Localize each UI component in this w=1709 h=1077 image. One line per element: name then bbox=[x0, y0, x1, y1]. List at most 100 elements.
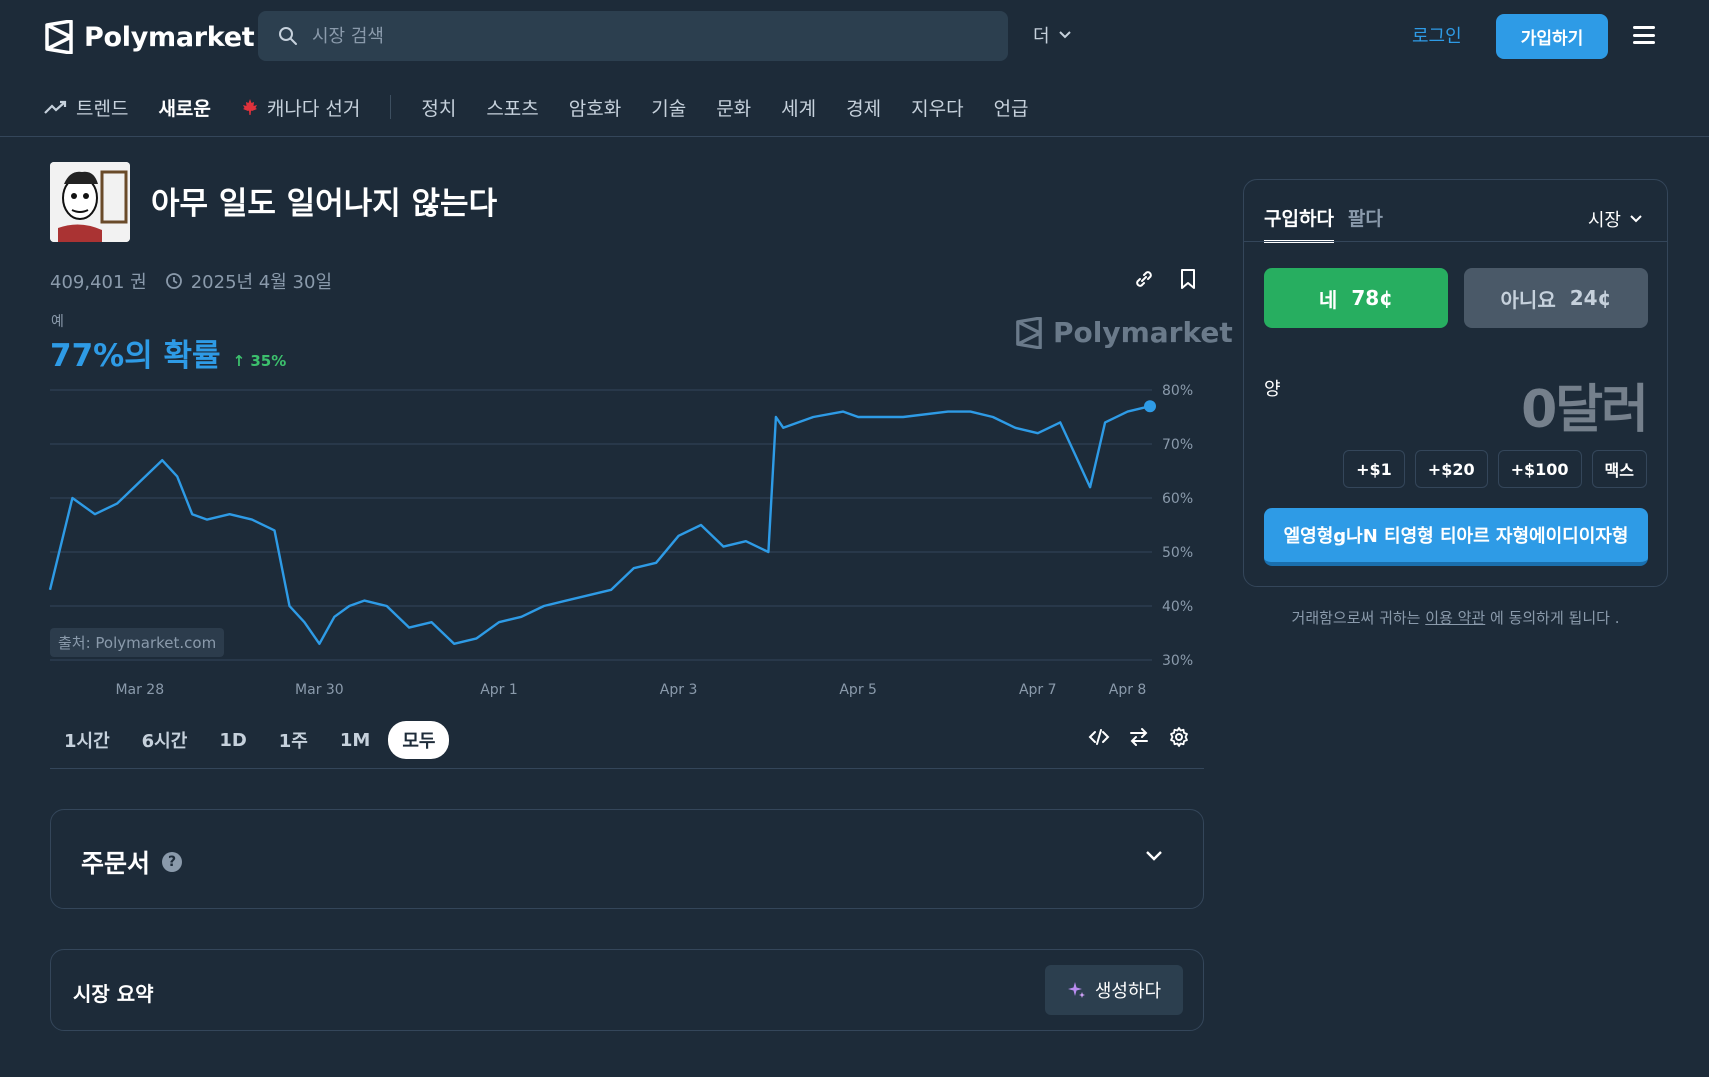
chart-tools bbox=[1088, 726, 1190, 748]
maple-leaf-icon bbox=[242, 99, 257, 115]
y-tick-label: 50% bbox=[1162, 545, 1193, 561]
nav-item-sports[interactable]: 스포츠 bbox=[486, 94, 538, 121]
yes-label: 네 bbox=[1318, 287, 1338, 312]
more-label: 더 bbox=[1033, 26, 1050, 47]
search-bar[interactable] bbox=[258, 11, 1008, 61]
volume-text: 409,401 권 bbox=[50, 272, 147, 293]
no-outcome-button[interactable]: 아니요 24¢ bbox=[1464, 268, 1648, 328]
probability-text: 77%의 확률 bbox=[50, 338, 221, 374]
terms-link[interactable]: 이용 약관 bbox=[1425, 609, 1485, 627]
nav-item-crypto[interactable]: 암호화 bbox=[569, 94, 621, 121]
range-1m[interactable]: 1M bbox=[326, 724, 384, 757]
nav-item-label: 캐나다 선거 bbox=[266, 97, 361, 120]
chevron-down-icon[interactable] bbox=[1145, 850, 1163, 862]
quick-add-20-button[interactable]: +$20 bbox=[1414, 450, 1488, 488]
signup-button[interactable]: 가입하기 bbox=[1496, 14, 1608, 59]
order-book-title: 주문서 bbox=[81, 849, 151, 878]
bookmark-icon[interactable] bbox=[1178, 268, 1198, 294]
no-label: 아니요 bbox=[1500, 287, 1556, 312]
terms-prefix: 거래함으로써 귀하는 bbox=[1291, 609, 1426, 627]
quick-add-1-button[interactable]: +$1 bbox=[1343, 450, 1405, 488]
polymarket-logo[interactable]: Polymarket bbox=[44, 18, 255, 56]
market-summary-title: 시장 요약 bbox=[73, 982, 154, 1006]
polymarket-watermark-icon bbox=[1016, 316, 1042, 349]
range-1w[interactable]: 1주 bbox=[265, 721, 322, 759]
time-range-selector: 1시간 6시간 1D 1주 1M 모두 bbox=[50, 721, 450, 759]
no-price: 24¢ bbox=[1569, 286, 1612, 310]
nav-divider bbox=[390, 95, 392, 119]
nav-item-culture[interactable]: 문화 bbox=[716, 94, 751, 121]
end-date-text: 2025년 4월 30일 bbox=[190, 272, 333, 293]
nav-item-economy[interactable]: 경제 bbox=[846, 94, 881, 121]
y-tick-label: 70% bbox=[1162, 437, 1193, 453]
generate-button[interactable]: 생성하다 bbox=[1045, 965, 1183, 1015]
nav-item-label: 암호화 bbox=[568, 97, 622, 120]
x-tick-label: Apr 1 bbox=[480, 682, 518, 698]
more-dropdown[interactable]: 더 bbox=[1033, 22, 1072, 48]
nav-item-mentions[interactable]: 언급 bbox=[994, 94, 1029, 121]
last-point-marker bbox=[1144, 400, 1156, 413]
generate-label: 생성하다 bbox=[1094, 981, 1162, 1002]
chevron-down-icon bbox=[1058, 31, 1071, 39]
nav-item-label: 문화 bbox=[716, 97, 752, 120]
embed-code-icon[interactable] bbox=[1088, 726, 1110, 748]
tab-sell[interactable]: 팔다 bbox=[1348, 204, 1383, 243]
max-button[interactable]: 맥스 bbox=[1591, 450, 1647, 488]
search-input[interactable] bbox=[312, 25, 962, 47]
order-type-dropdown[interactable]: 시장 bbox=[1588, 206, 1643, 232]
y-tick-label: 40% bbox=[1162, 599, 1193, 615]
order-book-title-row: 주문서 ? bbox=[81, 844, 183, 880]
range-divider bbox=[50, 768, 1204, 769]
x-tick-label: Mar 30 bbox=[295, 682, 344, 698]
link-icon[interactable] bbox=[1133, 268, 1155, 294]
nav-item-trending[interactable]: 트렌드 bbox=[44, 94, 128, 121]
price-chart[interactable]: 80% 70% 60% 50% 40% 30% Mar 28 Mar 30 Apr 1 Apr … bbox=[0, 370, 1220, 710]
market-title: 아무 일도 일어나지 않는다 bbox=[151, 186, 498, 222]
nav-item-label: 정치 bbox=[421, 97, 457, 120]
trending-icon bbox=[44, 100, 67, 114]
market-summary-panel: 시장 요약 생성하다 bbox=[50, 949, 1204, 1031]
x-tick-label: Apr 7 bbox=[1019, 682, 1057, 698]
trade-submit-button[interactable]: 엘영형g나N 티영형 티아르 자형에이디이자형 bbox=[1264, 508, 1648, 566]
swap-icon[interactable] bbox=[1128, 726, 1150, 748]
x-tick-label: Apr 5 bbox=[839, 682, 877, 698]
help-icon[interactable]: ? bbox=[162, 852, 183, 872]
order-book-panel[interactable]: 주문서 ? bbox=[50, 809, 1204, 909]
nav-item-politics[interactable]: 정치 bbox=[421, 94, 456, 121]
probability-change: ↑ 35% bbox=[232, 352, 287, 370]
login-link[interactable]: 로그인 bbox=[1412, 22, 1462, 48]
nav-divider-line bbox=[0, 136, 1709, 137]
search-icon bbox=[279, 27, 297, 45]
probability-display: 77%의 확률 ↑ 35% bbox=[50, 330, 286, 375]
yes-outcome-button[interactable]: 네 78¢ bbox=[1264, 268, 1448, 328]
nav-item-label: 스포츠 bbox=[486, 97, 539, 120]
nav-item-label: 트렌드 bbox=[76, 97, 129, 120]
nav-item-clear[interactable]: 지우다 bbox=[911, 94, 963, 121]
yes-price: 78¢ bbox=[1351, 286, 1394, 310]
watermark-text: Polymarket bbox=[1053, 316, 1233, 349]
amount-input[interactable]: 0달러 bbox=[1521, 367, 1649, 442]
nav-item-label: 언급 bbox=[993, 97, 1029, 120]
logo-text: Polymarket bbox=[84, 21, 255, 53]
polymarket-logo-icon bbox=[45, 20, 73, 54]
nav-item-world[interactable]: 세계 bbox=[781, 94, 816, 121]
market-image bbox=[50, 162, 130, 242]
tab-buy[interactable]: 구입하다 bbox=[1264, 204, 1334, 243]
terms-suffix: 에 동의하게 됩니다 . bbox=[1485, 609, 1620, 627]
range-6h[interactable]: 6시간 bbox=[128, 721, 202, 759]
quick-amounts: +$1 +$20 +$100 맥스 bbox=[1343, 450, 1647, 488]
nav-item-canada-election[interactable]: 캐나다 선거 bbox=[241, 94, 360, 121]
market-meta: 409,401 권 2025년 4월 30일 bbox=[50, 268, 332, 294]
x-tick-label: Apr 8 bbox=[1109, 682, 1147, 698]
x-tick-label: Apr 3 bbox=[660, 682, 698, 698]
range-all[interactable]: 모두 bbox=[388, 721, 450, 759]
hamburger-menu-icon[interactable] bbox=[1633, 26, 1655, 44]
category-nav: 트렌드 새로운 캐나다 선거 정치 스포츠 암호화 기술 문화 세계 경제 지우… bbox=[44, 92, 1059, 122]
settings-gear-icon[interactable] bbox=[1168, 726, 1190, 748]
nav-item-new[interactable]: 새로운 bbox=[158, 94, 210, 121]
range-1d[interactable]: 1D bbox=[205, 724, 260, 757]
sparkle-icon bbox=[1067, 982, 1085, 998]
range-1h[interactable]: 1시간 bbox=[50, 721, 124, 759]
quick-add-100-button[interactable]: +$100 bbox=[1497, 450, 1582, 488]
nav-item-tech[interactable]: 기술 bbox=[651, 94, 686, 121]
